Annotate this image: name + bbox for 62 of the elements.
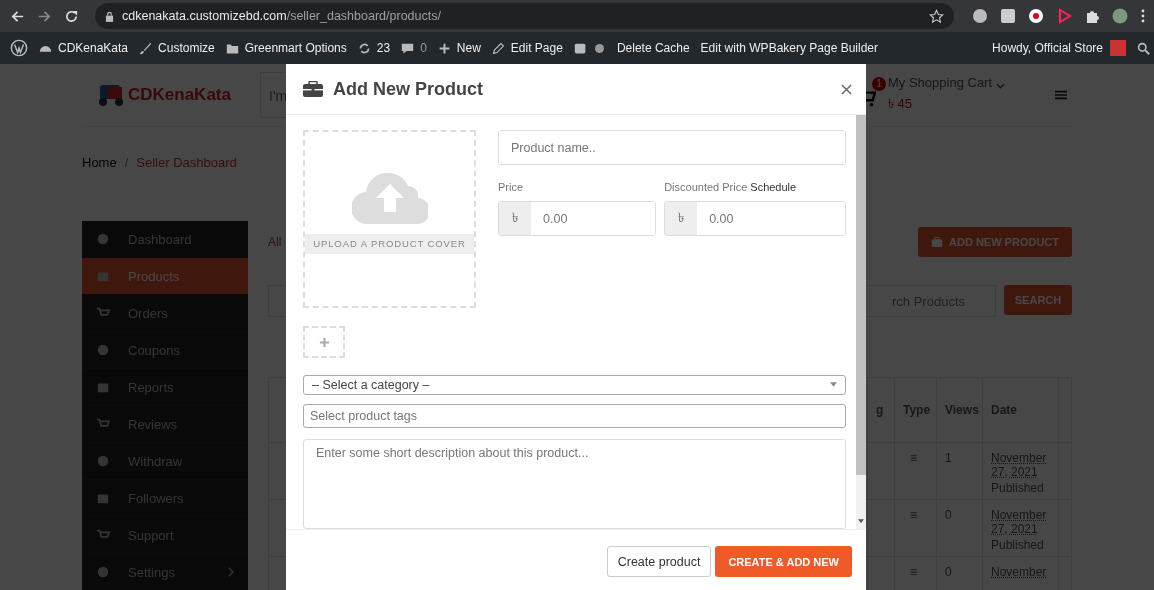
profile-avatar[interactable] bbox=[1112, 8, 1128, 24]
comment-icon bbox=[401, 41, 415, 55]
status-dot-icon bbox=[592, 41, 606, 55]
cloud-upload-icon bbox=[351, 170, 428, 224]
price-label: Price bbox=[498, 181, 525, 193]
folder-icon bbox=[225, 41, 239, 55]
puzzle-icon[interactable] bbox=[1084, 8, 1100, 24]
seo-plugin-icon[interactable] bbox=[573, 41, 587, 55]
schedule-link[interactable]: Schedule bbox=[750, 181, 797, 193]
admin-bar-item[interactable]: 23 bbox=[376, 41, 391, 55]
menu-icon[interactable] bbox=[1140, 8, 1146, 24]
plus-icon bbox=[437, 41, 451, 55]
discount-price-label: Discounted Price bbox=[664, 181, 748, 193]
currency-addon: ৳ bbox=[665, 202, 698, 235]
admin-bar-greeting[interactable]: Howdy, Official Store bbox=[992, 41, 1103, 55]
close-icon[interactable] bbox=[841, 83, 852, 95]
scrollbar[interactable] bbox=[856, 115, 866, 529]
type-icon-text: ≡ bbox=[910, 565, 917, 581]
dialog-title: Add New Product bbox=[333, 78, 484, 100]
wordpress-icon[interactable] bbox=[10, 39, 28, 57]
search-icon[interactable] bbox=[1137, 41, 1150, 55]
type-icon-text: ≡ bbox=[910, 508, 917, 524]
filter-link[interactable]: All bbox=[268, 235, 282, 249]
refresh-icon bbox=[357, 41, 371, 55]
extension-icon[interactable] bbox=[972, 8, 988, 24]
breadcrumb-separator: / bbox=[124, 155, 129, 170]
admin-bar-item[interactable]: Customize bbox=[158, 41, 215, 55]
brush-icon bbox=[139, 41, 153, 55]
product-name-field[interactable]: Product name.. bbox=[498, 130, 846, 165]
plus-icon bbox=[318, 336, 330, 348]
upload-label: UPLOAD A PRODUCT COVER bbox=[305, 234, 474, 254]
extension-icon[interactable] bbox=[1000, 8, 1016, 24]
breadcrumb-link[interactable]: Home bbox=[82, 155, 117, 170]
play-icon[interactable] bbox=[1056, 8, 1072, 24]
currency-addon: ৳ bbox=[499, 202, 531, 235]
breadcrumb-current: Seller Dashboard bbox=[136, 155, 237, 170]
cart-total: ৳ 45 bbox=[888, 95, 914, 113]
product-tags-field[interactable]: Select product tags bbox=[303, 403, 846, 428]
dropdown-caret-icon bbox=[830, 382, 837, 388]
discount-price-field[interactable]: ৳ 0.00 bbox=[664, 201, 846, 236]
price-field[interactable]: ৳ 0.00 bbox=[498, 201, 657, 236]
admin-bar-item[interactable]: Edit Page bbox=[510, 41, 563, 55]
admin-bar-item[interactable]: CDKenaKata bbox=[58, 41, 129, 55]
create-and-add-new-button[interactable]: CREATE & ADD NEW bbox=[715, 546, 852, 577]
url-text: cdkenakata.customizebd.com/seller_dashboard/products/ bbox=[122, 9, 442, 23]
admin-bar-item[interactable]: New bbox=[456, 41, 481, 55]
scroll-down-arrow-icon[interactable] bbox=[858, 519, 864, 523]
lock-icon bbox=[105, 10, 114, 22]
address-bar[interactable]: cdkenakata.customizebd.com/seller_dashboard/products/ bbox=[95, 3, 954, 29]
admin-bar-item[interactable]: Delete Cache bbox=[616, 41, 690, 55]
reload-icon[interactable] bbox=[64, 8, 79, 24]
admin-bar-item[interactable]: 0 bbox=[420, 41, 427, 55]
type-icon-text: ≡ bbox=[910, 451, 917, 467]
pencil-icon bbox=[491, 41, 505, 55]
create-product-button[interactable]: Create product bbox=[606, 546, 712, 577]
upload-area[interactable]: UPLOAD A PRODUCT COVER bbox=[303, 130, 476, 308]
extension-icon[interactable] bbox=[1028, 8, 1044, 24]
admin-bar-item[interactable]: Edit with WPBakery Page Builder bbox=[700, 41, 879, 55]
bookmark-star-icon[interactable] bbox=[929, 8, 944, 24]
description-field[interactable]: Enter some short description about this product... bbox=[303, 439, 846, 529]
category-select[interactable]: – Select a category – bbox=[303, 375, 846, 395]
admin-bar-item[interactable]: Greenmart Options bbox=[244, 41, 347, 55]
